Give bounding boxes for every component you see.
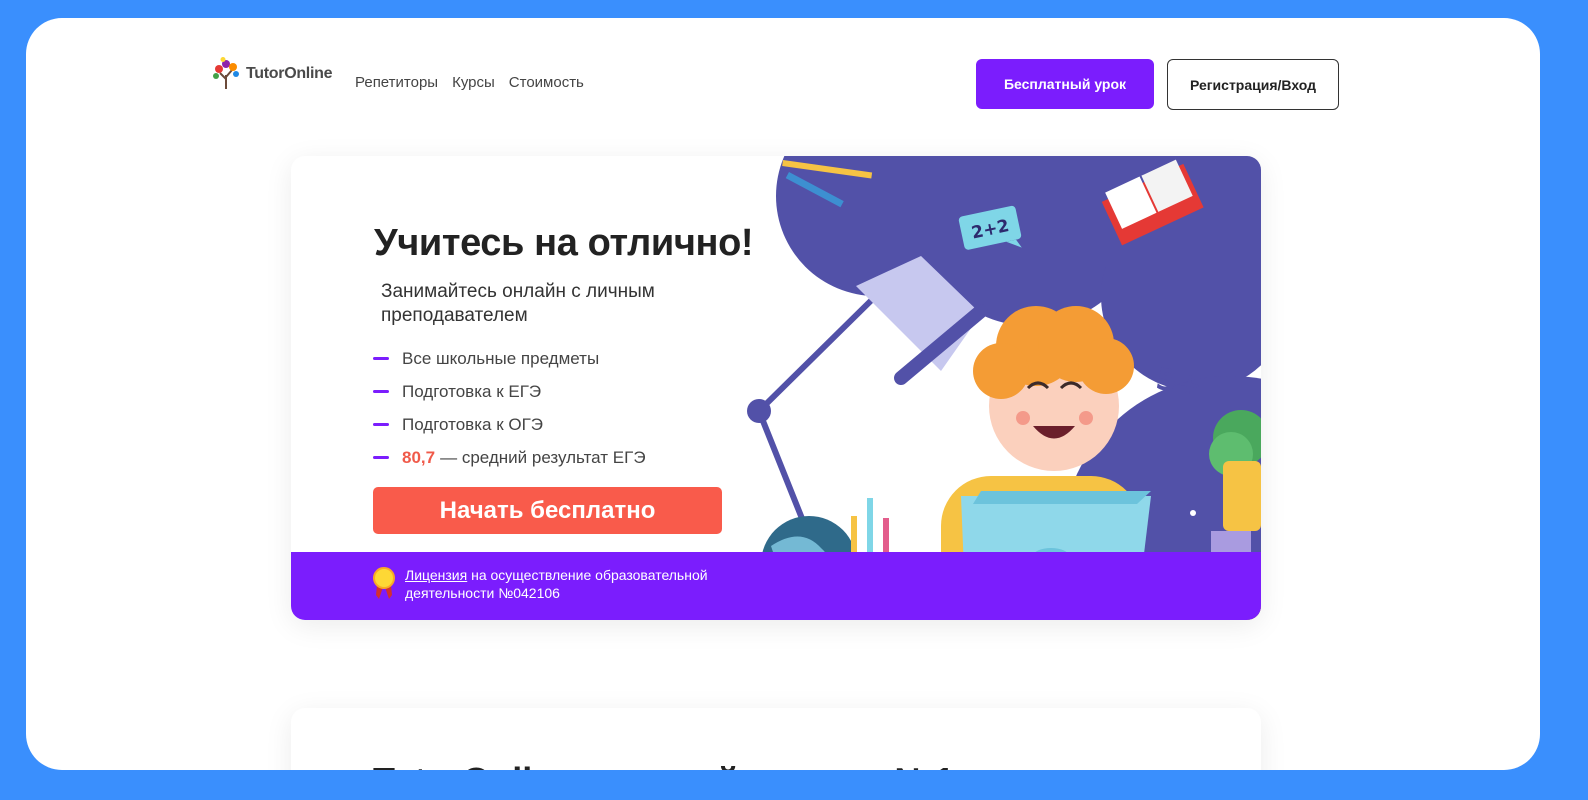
register-login-button[interactable]: Регистрация/Вход xyxy=(1167,59,1339,110)
about-title: TutorOnline — онлайн-школа №1 xyxy=(373,760,954,770)
dash-icon xyxy=(373,423,389,426)
feature-list: Все школьные предметы Подготовка к ЕГЭ П… xyxy=(373,342,646,474)
hero-subtitle: Занимайтесь онлайн с личным преподавател… xyxy=(381,281,655,326)
list-item: Подготовка к ОГЭ xyxy=(373,408,646,441)
hero-title: Учитесь на отлично! xyxy=(374,222,754,264)
nav-item-courses[interactable]: Курсы xyxy=(452,74,495,91)
license-bar: Лицензия на осуществление образовательно… xyxy=(291,552,1261,620)
dash-icon xyxy=(373,357,389,360)
dash-icon xyxy=(373,456,389,459)
nav-item-pricing[interactable]: Стоимость xyxy=(509,74,584,91)
license-link[interactable]: Лицензия xyxy=(405,567,467,583)
browser-window: TutorOnline Репетиторы Курсы Стоимость Б… xyxy=(26,18,1540,770)
logo-text: TutorOnline xyxy=(246,65,333,82)
free-lesson-button[interactable]: Бесплатный урок xyxy=(976,59,1154,109)
exam-score: 80,7 xyxy=(402,447,436,467)
hero-illustration: 2+2 5+ xyxy=(747,156,1261,620)
logo[interactable]: TutorOnline xyxy=(212,54,332,94)
tree-logo-icon xyxy=(213,57,239,89)
desk-lamp-icon xyxy=(747,256,988,548)
exam-score-label: — средний результат ЕГЭ xyxy=(440,447,646,467)
dash-icon xyxy=(373,390,389,393)
list-item: Все школьные предметы xyxy=(373,342,646,375)
main-nav: Репетиторы Курсы Стоимость xyxy=(355,74,584,91)
medal-icon xyxy=(373,567,395,599)
list-item: 80,7— средний результат ЕГЭ xyxy=(373,441,646,474)
start-free-button[interactable]: Начать бесплатно xyxy=(373,487,722,534)
about-card: TutorOnline — онлайн-школа №1 xyxy=(291,708,1261,770)
nav-item-tutors[interactable]: Репетиторы xyxy=(355,74,438,91)
hero-card: 2+2 5+ Учитесь на отлично! Занимайтесь о… xyxy=(291,156,1261,620)
list-item: Подготовка к ЕГЭ xyxy=(373,375,646,408)
